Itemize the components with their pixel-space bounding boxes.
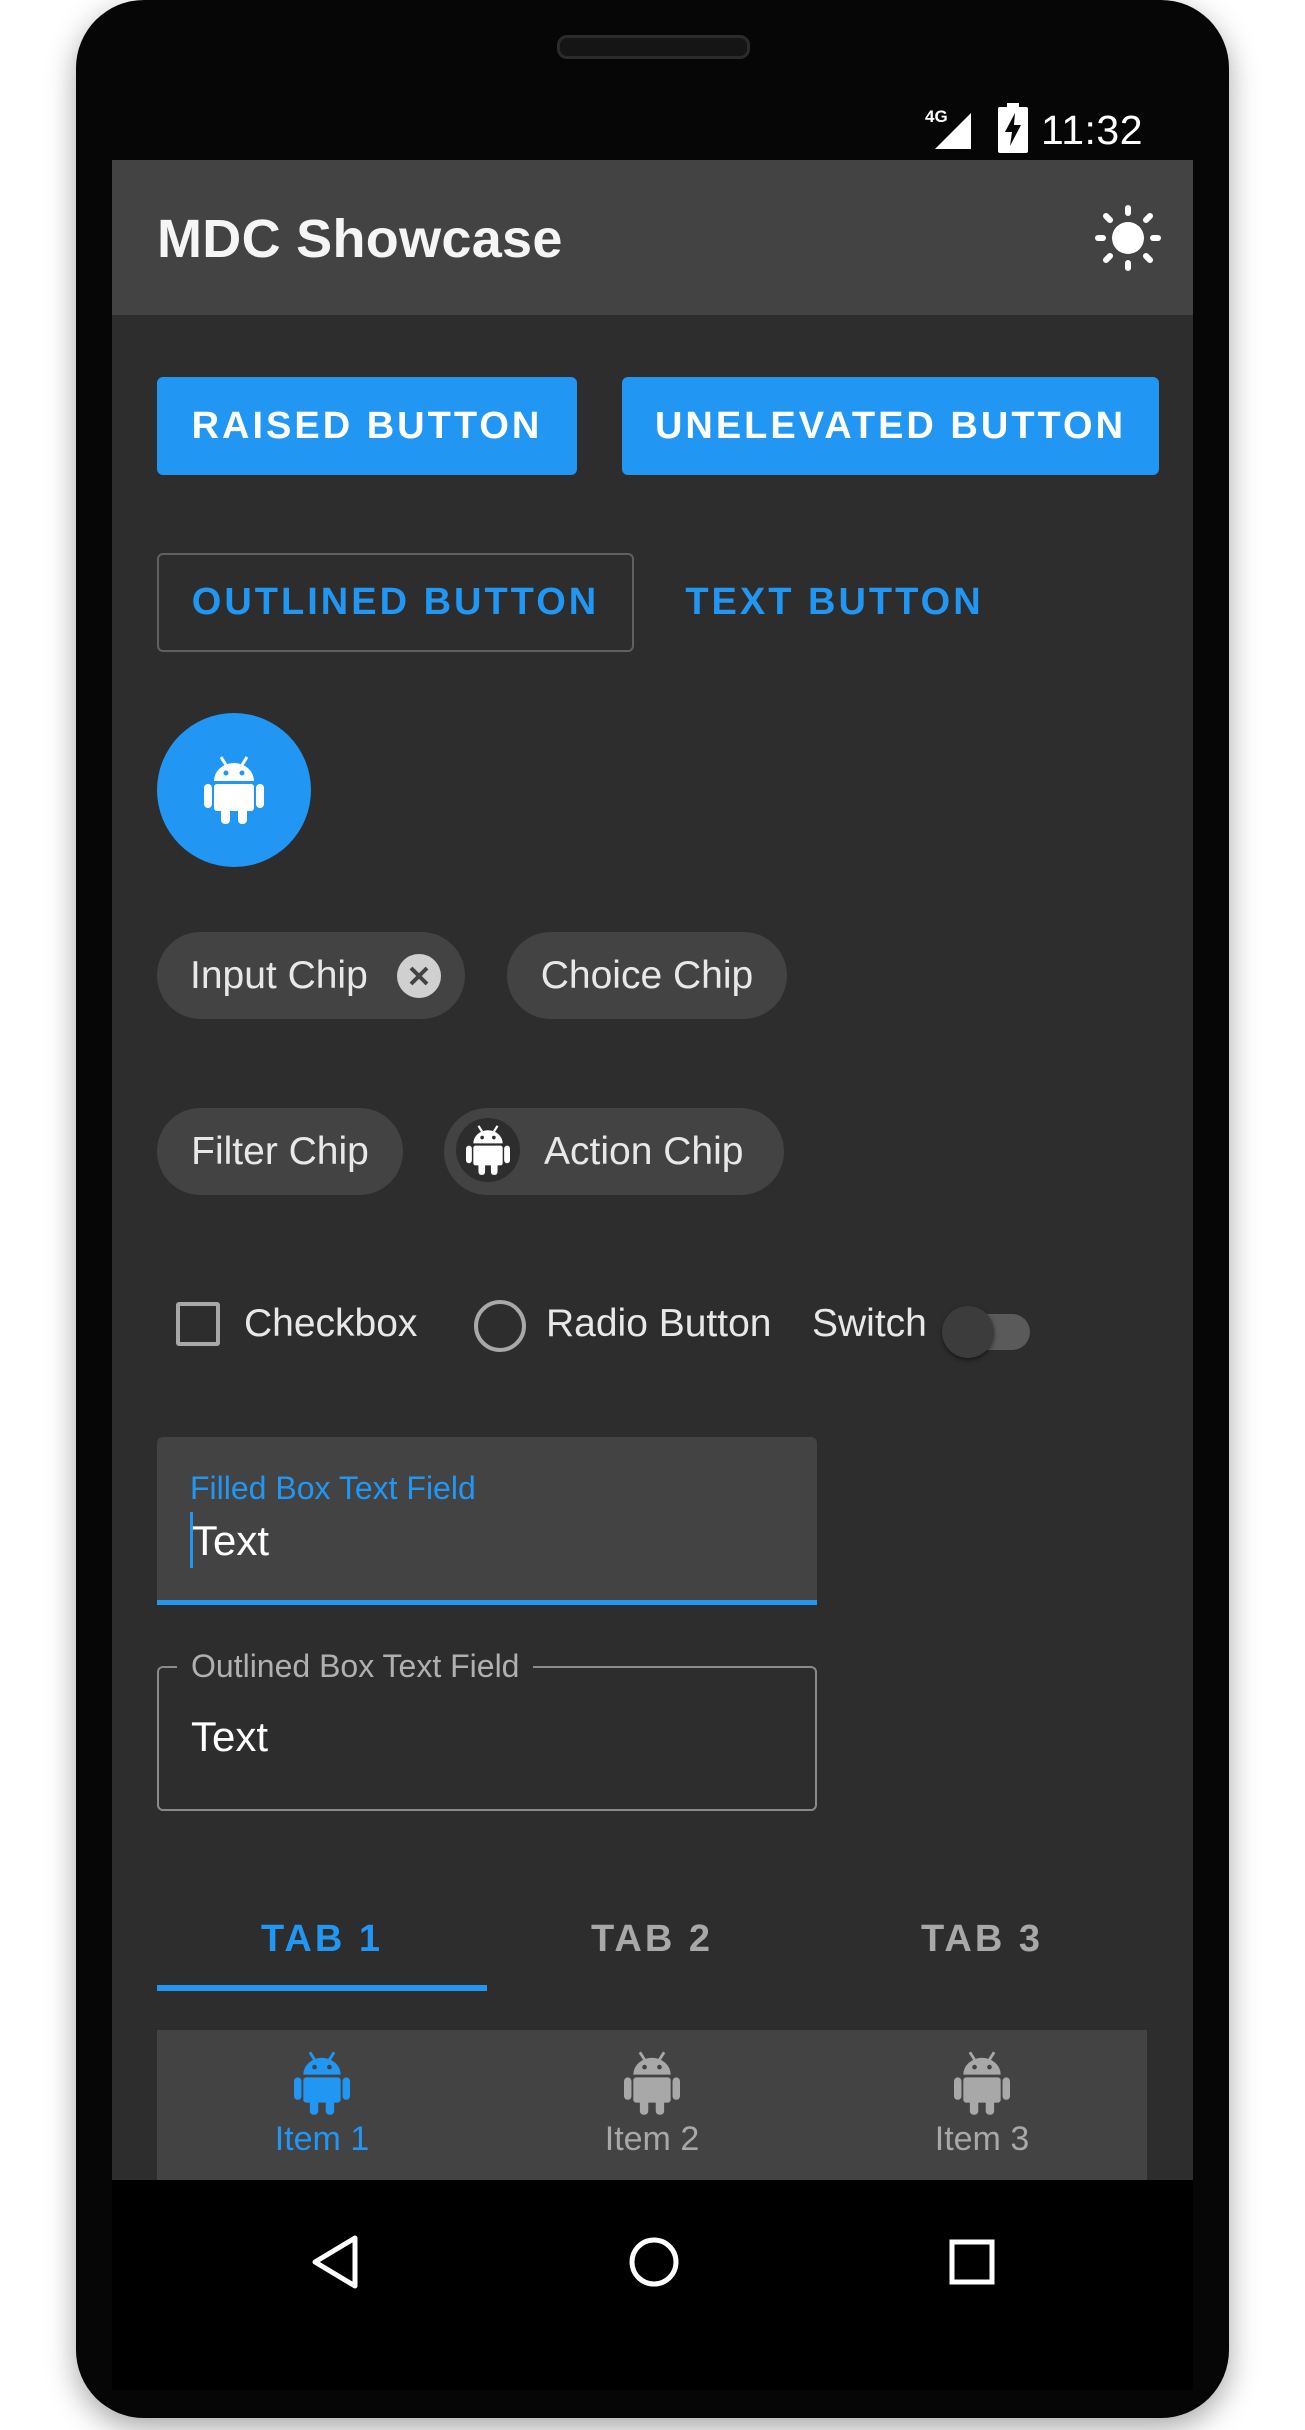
android-icon [624,2051,680,2115]
bottom-nav-item-2[interactable]: Item 2 [487,2050,817,2180]
tab-2[interactable]: TAB 2 [487,1897,817,1982]
android-icon [456,1118,520,1182]
system-navigation-bar [112,2180,1193,2390]
tab-3[interactable]: TAB 3 [817,1897,1147,1982]
recents-icon[interactable] [942,2232,1002,2292]
choice-chip[interactable]: Choice Chip [507,932,787,1019]
bottom-nav-item-1[interactable]: Item 1 [157,2050,487,2180]
outlined-text-field-value[interactable]: Text [191,1713,268,1761]
android-icon [204,756,264,824]
tab-indicator [157,1985,487,1991]
filled-text-field-label: Filled Box Text Field [190,1470,476,1506]
unelevated-button[interactable]: UNELEVATED BUTTON [622,377,1159,475]
filled-text-field-underline [157,1600,817,1605]
filled-text-field[interactable]: Filled Box Text Field Text [157,1437,817,1605]
switch-label: Switch [812,1302,927,1345]
close-icon[interactable] [396,953,442,999]
app-screen: MDC Showcase RAISED BUTTON UNELEVATED BU… [112,160,1193,2180]
switch[interactable] [942,1306,1036,1358]
bottom-nav-label-2: Item 2 [604,2120,700,2158]
radio-button-label: Radio Button [546,1302,772,1345]
bottom-navigation: Item 1 Item 2 Item 3 [157,2030,1147,2180]
filled-text-field-value[interactable]: Text [192,1517,269,1565]
checkbox[interactable] [176,1302,220,1346]
text-button[interactable]: TEXT BUTTON [682,553,987,652]
filter-chip[interactable]: Filter Chip [157,1108,403,1195]
network-type-label: 4G [925,107,948,126]
back-icon[interactable] [307,2232,367,2292]
bottom-nav-label-1: Item 1 [274,2120,370,2158]
android-icon [954,2051,1010,2115]
speaker-grille [557,35,750,59]
raised-button[interactable]: RAISED BUTTON [157,377,577,475]
brightness-icon[interactable] [1095,205,1161,271]
status-time: 11:32 [1040,107,1143,153]
checkbox-label: Checkbox [244,1302,418,1345]
radio-button[interactable] [474,1300,526,1352]
outlined-text-field[interactable]: Outlined Box Text Field Text [157,1648,817,1811]
top-app-bar: MDC Showcase [112,160,1193,315]
action-chip-label: Action Chip [544,1129,744,1173]
outlined-text-field-label: Outlined Box Text Field [177,1648,534,1685]
signal-icon: 4G [925,107,975,153]
switch-thumb [942,1306,994,1358]
android-icon [294,2051,350,2115]
app-title: MDC Showcase [157,209,563,269]
outlined-button[interactable]: OUTLINED BUTTON [157,553,634,652]
tab-1[interactable]: TAB 1 [157,1897,487,1982]
floating-action-button[interactable] [157,713,311,867]
input-chip[interactable]: Input Chip [157,932,465,1019]
input-chip-label: Input Chip [190,953,368,997]
home-icon[interactable] [624,2232,684,2292]
status-bar: 4G 11:32 [112,95,1193,160]
bottom-nav-label-3: Item 3 [934,2120,1030,2158]
action-chip[interactable]: Action Chip [444,1108,784,1195]
battery-charging-icon [998,103,1028,153]
bottom-nav-item-3[interactable]: Item 3 [817,2050,1147,2180]
